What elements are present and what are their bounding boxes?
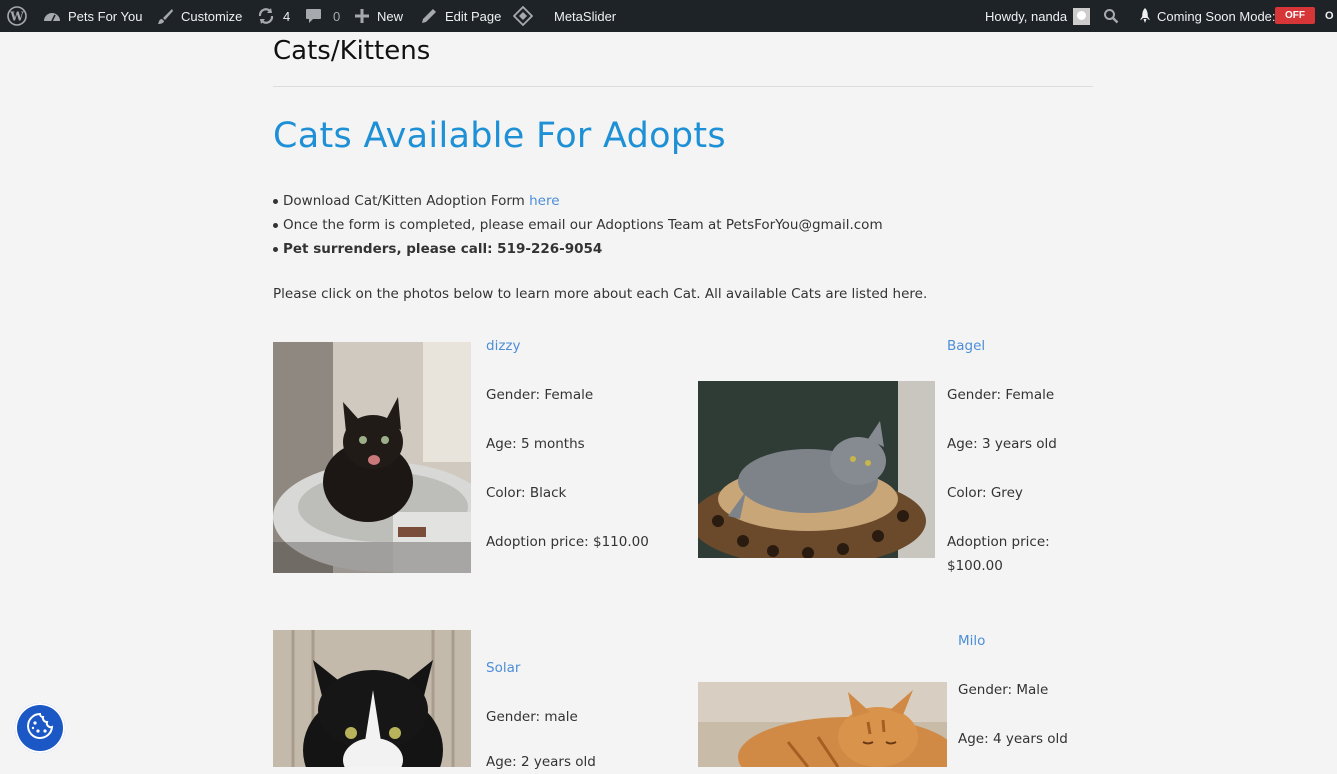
cat-photo-bagel[interactable] (698, 381, 935, 558)
admin-bar: W Pets For You Customize 4 0 New Edit Pa… (0, 0, 1337, 32)
comments-link[interactable]: 0 (305, 0, 340, 32)
site-name-link[interactable]: Pets For You (43, 0, 142, 32)
metaslider-label: MetaSlider (554, 8, 617, 24)
plus-icon (355, 9, 369, 23)
cat-name-solar[interactable]: Solar (486, 660, 520, 676)
section-heading: Cats Available For Adopts (273, 116, 726, 156)
svg-text:W: W (9, 10, 24, 24)
cat-name-dizzy[interactable]: dizzy (486, 338, 520, 354)
cat-age: Age: 4 years old (958, 731, 1068, 747)
updates-icon (257, 7, 275, 25)
cat-photo-solar[interactable] (273, 630, 471, 767)
coming-soon-off-badge[interactable]: OFF (1275, 7, 1315, 24)
cat-age: Age: 3 years old (947, 436, 1057, 452)
pencil-icon (421, 8, 437, 24)
cat-gender: Gender: Male (958, 682, 1049, 698)
howdy-label: Howdy, nanda (985, 8, 1068, 24)
coming-soon-mode-link[interactable]: Coming Soon Mode: (1138, 0, 1276, 32)
cookie-settings-button[interactable] (15, 703, 65, 753)
list-item: Once the form is completed, please email… (273, 213, 883, 237)
avatar (1073, 7, 1091, 25)
cat-age: Age: 5 months (486, 436, 585, 452)
email-instructions: Once the form is completed, please email… (283, 217, 883, 233)
customize-link[interactable]: Customize (157, 0, 242, 32)
cat-color: Color: Grey (947, 485, 1023, 501)
dashboard-icon (43, 8, 61, 24)
page-title: Cats/Kittens (273, 36, 431, 66)
metaslider-link[interactable]: MetaSlider (513, 0, 616, 32)
cat-photo-dizzy[interactable] (273, 342, 471, 573)
cat-name-bagel[interactable]: Bagel (947, 338, 985, 354)
cookie-icon (26, 712, 54, 744)
new-label: New (377, 8, 404, 24)
download-form-link[interactable]: here (529, 193, 559, 209)
updates-link[interactable]: 4 (257, 0, 290, 32)
wordpress-logo-icon[interactable]: W (7, 0, 27, 32)
title-divider (273, 86, 1093, 87)
account-menu[interactable]: Howdy, nanda (985, 0, 1091, 32)
site-name-label: Pets For You (68, 8, 143, 24)
new-content-link[interactable]: New (355, 0, 403, 32)
cat-color: Color: Black (486, 485, 567, 501)
cat-price: Adoption price: (947, 534, 1050, 550)
search-button[interactable] (1103, 0, 1119, 32)
list-item: Download Cat/Kitten Adoption Form here (273, 189, 883, 213)
download-form-text: Download Cat/Kitten Adoption Form (283, 193, 530, 209)
cat-gender: Gender: male (486, 709, 578, 725)
coming-soon-label: Coming Soon Mode: (1157, 8, 1276, 24)
rocket-icon (1138, 7, 1152, 25)
paintbrush-icon (157, 8, 174, 25)
cat-price-value: $100.00 (947, 558, 1003, 574)
comment-icon (305, 8, 322, 24)
cat-photo-milo[interactable] (698, 682, 947, 767)
intro-text: Please click on the photos below to lear… (273, 286, 928, 302)
customize-label: Customize (181, 8, 243, 24)
metaslider-icon (513, 6, 533, 26)
surrender-phone: Pet surrenders, please call: 519-226-905… (283, 241, 603, 257)
cat-gender: Gender: Female (486, 387, 594, 403)
cat-age: Age: 2 years old (486, 754, 596, 770)
list-item: Pet surrenders, please call: 519-226-905… (273, 237, 883, 261)
adminbar-overflow-text: O (1325, 10, 1334, 22)
cat-gender: Gender: Female (947, 387, 1055, 403)
edit-page-label: Edit Page (445, 8, 502, 24)
search-icon (1103, 8, 1119, 24)
cat-price: Adoption price: $110.00 (486, 534, 649, 550)
edit-page-link[interactable]: Edit Page (421, 0, 501, 32)
comments-count: 0 (333, 8, 341, 24)
cat-name-milo[interactable]: Milo (958, 633, 985, 649)
info-list: Download Cat/Kitten Adoption Form here O… (273, 189, 883, 261)
updates-count: 4 (283, 8, 291, 24)
